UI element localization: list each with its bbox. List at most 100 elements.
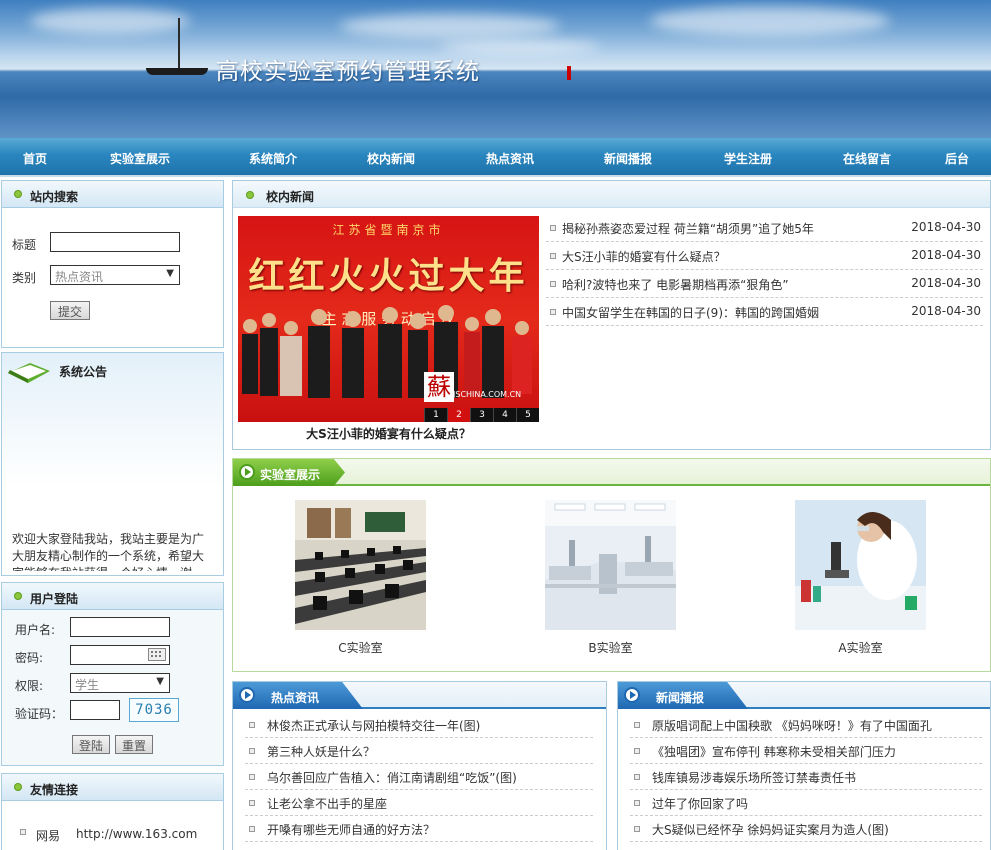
- role-label: 权限:: [15, 679, 44, 693]
- link-url[interactable]: http://www.163.com: [76, 827, 197, 841]
- bullet-icon: [634, 774, 640, 780]
- broadcast-item-title[interactable]: 《独唱团》宣布停刊 韩寒称未受相关部门压力: [652, 743, 896, 760]
- bullet-icon: [634, 722, 640, 728]
- nav-campus-news[interactable]: 校内新闻: [367, 150, 415, 167]
- keyboard-icon: [148, 648, 166, 661]
- hot-news-item-title[interactable]: 林俊杰正式承认与网拍模特交往一年(图): [267, 717, 480, 734]
- login-box: 用户登陆 用户名: 密码: 权限: 学生 ▼ 验证码： 7036 登陆 重置: [1, 582, 224, 766]
- nav-register[interactable]: 学生注册: [724, 150, 772, 167]
- header-banner: 高校实验室预约管理系统: [0, 0, 991, 138]
- broadcast-item[interactable]: 大S疑似已经怀孕 徐妈妈证实案月为造人(图): [630, 816, 982, 842]
- play-circle-icon: [239, 464, 255, 480]
- slider-page-3[interactable]: 3: [470, 408, 493, 422]
- news-title[interactable]: 中国女留学生在韩国的日子(9)：韩国的跨国婚姻: [562, 304, 819, 321]
- role-select[interactable]: 学生 ▼: [70, 673, 170, 693]
- login-box-header: 用户登陆: [2, 583, 223, 610]
- news-title[interactable]: 揭秘孙燕姿恋爱过程 荷兰籍“胡须男”追了她5年: [562, 220, 814, 237]
- password-input[interactable]: [70, 645, 170, 665]
- hot-news-header: 热点资讯: [233, 682, 606, 709]
- news-list-item[interactable]: 哈利?波特也来了 电影暑期档再添“狠角色” 2018-04-30: [546, 270, 983, 298]
- cloud-decoration: [650, 6, 890, 36]
- broadcast-item[interactable]: 原版唱词配上中国秧歌 《妈妈咪呀！》有了中国面孔: [630, 712, 982, 738]
- labs-title: 实验室展示: [260, 468, 321, 482]
- nav-hot-news[interactable]: 热点资讯: [486, 150, 534, 167]
- news-list-item[interactable]: 大S汪小菲的婚宴有什么疑点？ 2018-04-30: [546, 242, 983, 270]
- search-submit-button[interactable]: 提交: [50, 301, 90, 320]
- hot-news-item[interactable]: 乌尔善回应广告植入：俏江南请剧组“吃饭”(图): [245, 764, 593, 790]
- campus-news-panel: 校内新闻 江苏省暨南京市 红红火火过大年 主 志 服 务 动 启 仪: [232, 180, 991, 450]
- hot-news-item-title[interactable]: 乌尔善回应广告植入：俏江南请剧组“吃饭”(图): [267, 769, 517, 786]
- hot-news-item[interactable]: 让老公拿不出手的星座: [245, 790, 593, 816]
- bullet-icon: [550, 309, 556, 315]
- slider-caption[interactable]: 大S汪小菲的婚宴有什么疑点？: [238, 425, 539, 442]
- play-circle-icon: [239, 687, 255, 703]
- slider-photo-site: JSCHINA.COM.CN: [453, 390, 522, 399]
- lab-image-a[interactable]: [795, 500, 926, 630]
- hot-news-item-title[interactable]: 让老公拿不出手的星座: [267, 795, 387, 812]
- bullet-icon: [14, 592, 22, 600]
- notice-text: 欢迎大家登陆我站，我站主要是为广大朋友精心制作的一个系统，希望大家能够在我站获得…: [12, 532, 205, 571]
- slider-page-4[interactable]: 4: [493, 408, 516, 422]
- broadcast-item-title[interactable]: 钱库镇易涉毒娱乐场所签订禁毒责任书: [652, 769, 856, 786]
- lab-name-c[interactable]: C实验室: [295, 639, 426, 656]
- hot-news-item-title[interactable]: 开嗓有哪些无师自通的好方法？: [267, 821, 435, 838]
- login-button[interactable]: 登陆: [72, 735, 110, 754]
- search-box-title: 站内搜索: [30, 190, 79, 204]
- nav-message[interactable]: 在线留言: [843, 150, 891, 167]
- news-date: 2018-04-30: [911, 276, 981, 290]
- search-title-label: 标题: [12, 238, 37, 252]
- labs-header: 实验室展示: [233, 459, 990, 486]
- broadcast-item-title[interactable]: 大S疑似已经怀孕 徐妈妈证实案月为造人(图): [652, 821, 889, 838]
- book-icon: [8, 363, 50, 383]
- nav-intro[interactable]: 系统简介: [249, 150, 297, 167]
- reset-button[interactable]: 重置: [115, 735, 153, 754]
- hot-news-item[interactable]: 开嗓有哪些无师自通的好方法？: [245, 816, 593, 842]
- lab-name-b[interactable]: B实验室: [545, 639, 676, 656]
- notice-box: 系统公告 欢迎大家登陆我站，我站主要是为广大朋友精心制作的一个系统，希望大家能够…: [1, 352, 224, 576]
- broadcast-item[interactable]: 《独唱团》宣布停刊 韩寒称未受相关部门压力: [630, 738, 982, 764]
- nav-home[interactable]: 首页: [23, 150, 47, 167]
- lab-image-b[interactable]: [545, 500, 676, 630]
- captcha-input[interactable]: [70, 700, 120, 720]
- cloud-decoration: [30, 8, 190, 34]
- lab-image-c[interactable]: [295, 500, 426, 630]
- news-list-item[interactable]: 揭秘孙燕姿恋爱过程 荷兰籍“胡须男”追了她5年 2018-04-30: [546, 214, 983, 242]
- news-slider[interactable]: 江苏省暨南京市 红红火火过大年 主 志 服 务 动 启 仪: [238, 216, 539, 422]
- login-box-title: 用户登陆: [30, 592, 79, 606]
- hot-news-item-title[interactable]: 第三种人妖是什么？: [267, 743, 375, 760]
- news-date: 2018-04-30: [911, 220, 981, 234]
- slider-photo-banner: 红红火火过大年: [248, 255, 529, 297]
- broadcast-item[interactable]: 钱库镇易涉毒娱乐场所签订禁毒责任书: [630, 764, 982, 790]
- news-title[interactable]: 大S汪小菲的婚宴有什么疑点？: [562, 248, 726, 265]
- search-category-select[interactable]: 热点资讯 ▼: [50, 265, 180, 285]
- notice-box-header: 系统公告: [2, 353, 223, 387]
- bullet-icon: [14, 190, 22, 198]
- slider-page-1[interactable]: 1: [424, 408, 447, 422]
- nav-broadcast[interactable]: 新闻播报: [604, 150, 652, 167]
- news-title[interactable]: 哈利?波特也来了 电影暑期档再添“狠角色”: [562, 276, 789, 293]
- news-date: 2018-04-30: [911, 304, 981, 318]
- slider-page-5[interactable]: 5: [516, 408, 539, 422]
- play-circle-icon: [624, 687, 640, 703]
- bullet-icon: [20, 829, 26, 835]
- hot-news-item[interactable]: 林俊杰正式承认与网拍模特交往一年(图): [245, 712, 593, 738]
- chevron-down-icon: ▼: [166, 268, 174, 279]
- hot-news-title: 热点资讯: [271, 691, 320, 705]
- notice-box-title: 系统公告: [59, 365, 108, 379]
- link-name[interactable]: 网易: [36, 827, 60, 844]
- bullet-icon: [249, 774, 255, 780]
- broadcast-item-title[interactable]: 原版唱词配上中国秧歌 《妈妈咪呀！》有了中国面孔: [652, 717, 932, 734]
- news-list-item[interactable]: 中国女留学生在韩国的日子(9)：韩国的跨国婚姻 2018-04-30: [546, 298, 983, 326]
- search-title-input[interactable]: [50, 232, 180, 252]
- bullet-icon: [634, 748, 640, 754]
- broadcast-item[interactable]: 过年了你回家了吗: [630, 790, 982, 816]
- lab-name-a[interactable]: A实验室: [795, 639, 926, 656]
- captcha-image[interactable]: 7036: [129, 698, 179, 722]
- nav-admin[interactable]: 后台: [945, 150, 969, 167]
- broadcast-item-title[interactable]: 过年了你回家了吗: [652, 795, 748, 812]
- username-input[interactable]: [70, 617, 170, 637]
- hot-news-item[interactable]: 第三种人妖是什么？: [245, 738, 593, 764]
- nav-labs[interactable]: 实验室展示: [110, 150, 170, 167]
- links-box-title: 友情连接: [30, 783, 79, 797]
- slider-page-2[interactable]: 2: [447, 408, 470, 422]
